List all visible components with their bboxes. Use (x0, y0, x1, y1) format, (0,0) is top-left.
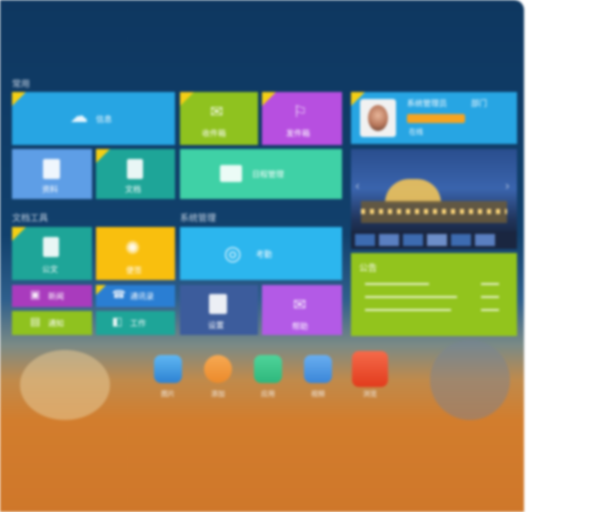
dock-label: 浏览 (363, 390, 377, 398)
dock-label: 图片 (161, 390, 175, 398)
new-badge (262, 92, 276, 106)
apps-icon (254, 355, 282, 383)
tile-notes[interactable]: ✺ 便签 (96, 227, 175, 280)
news-icon: ▣ (30, 288, 41, 301)
profile-status: 在线 (409, 128, 423, 136)
browser-icon (352, 351, 388, 387)
section-title-top: 常用 (12, 80, 31, 90)
photo-tile[interactable]: ‹ › (351, 149, 517, 249)
file-icon (43, 237, 59, 257)
notice-item-date (481, 309, 499, 311)
dock-label: 视频 (311, 390, 325, 398)
tile-inbox[interactable]: ✉ 收件箱 (180, 92, 258, 145)
tile-profile-docs[interactable]: 资料 (12, 149, 92, 199)
new-badge (12, 92, 26, 106)
file-icon (127, 159, 143, 179)
avatar-face-icon (368, 105, 388, 131)
tile-profile-docs-label: 资料 (42, 185, 58, 194)
new-badge (96, 149, 110, 163)
tile-news[interactable]: ▣ 新闻 (12, 285, 92, 307)
tile-notices-label: 通知 (48, 319, 64, 328)
tile-outbox-label: 发件箱 (286, 129, 310, 138)
globe-icon: ◎ (224, 241, 242, 265)
work-icon: ◧ (112, 315, 123, 328)
dock-item-apps[interactable]: 应用 (248, 355, 288, 407)
glow-right (430, 340, 510, 420)
tile-documents[interactable]: 文档 (96, 149, 175, 199)
cloud-icon: ☁ (70, 106, 88, 127)
tile-news-label: 新闻 (48, 292, 64, 301)
section-title-bottom-right: 系统管理 (180, 214, 217, 224)
clipboard-icon (209, 294, 227, 314)
tile-work[interactable]: ◧ 工作 (96, 311, 175, 335)
building-dome (385, 179, 441, 203)
tile-attendance[interactable]: ◎ 考勤 (180, 227, 342, 280)
inbox-icon: ✉ (210, 102, 224, 121)
left-arrow-icon[interactable]: ‹ (355, 179, 360, 193)
notice-item-date (481, 296, 499, 298)
avatar (360, 99, 396, 137)
right-arrow-icon[interactable]: › (505, 179, 510, 193)
tile-official-docs-label: 公文 (42, 265, 58, 274)
notice-item-line (365, 309, 451, 311)
tile-official-docs[interactable]: 公文 (12, 227, 92, 280)
tile-help-label: 帮助 (292, 322, 308, 331)
new-badge (180, 92, 194, 106)
tile-notes-label: 便签 (126, 266, 142, 275)
dock-item-add[interactable]: 添加 (198, 355, 238, 407)
status-badge (407, 114, 465, 123)
notice-item-line (365, 296, 457, 298)
tile-attendance-label: 考勤 (256, 250, 272, 259)
tile-notices[interactable]: ▤ 通知 (12, 311, 92, 335)
profile-dept: 部门 (471, 99, 487, 108)
tile-settings[interactable]: 设置 (180, 285, 258, 335)
tile-contacts-label: 通讯录 (130, 292, 154, 301)
tile-cloud[interactable]: ☁ 信息 (12, 92, 175, 145)
mail-icon: ✉ (293, 295, 307, 314)
tile-outbox[interactable]: ⚐ 发件箱 (262, 92, 342, 145)
picture-icon (154, 355, 182, 383)
thumbnail-strip (351, 231, 517, 249)
tile-contacts[interactable]: ☎ 通讯录 (96, 285, 175, 307)
dock: 图片 添加 应用 视频 浏览 (148, 351, 398, 407)
building-lights (361, 209, 507, 214)
notice-icon: ▤ (30, 315, 41, 328)
contacts-icon: ☎ (112, 288, 126, 301)
tile-inbox-label: 收件箱 (202, 129, 226, 138)
tile-help[interactable]: ✉ 帮助 (262, 285, 342, 335)
document-icon (43, 159, 60, 179)
calendar-icon (220, 165, 242, 182)
profile-card[interactable]: 系统管理员 部门 在线 (351, 92, 517, 144)
profile-name: 系统管理员 (407, 99, 447, 108)
glow-left (20, 350, 110, 420)
notice-panel[interactable]: 公告 (351, 253, 517, 336)
sun-icon: ✺ (125, 238, 141, 259)
notice-item-line (365, 283, 429, 285)
dock-item-video[interactable]: 视频 (298, 355, 338, 407)
dock-label: 添加 (211, 390, 225, 398)
tile-documents-label: 文档 (125, 185, 141, 194)
video-icon (304, 355, 332, 383)
dock-label: 应用 (261, 390, 275, 398)
notice-item-date (481, 283, 499, 285)
new-badge (96, 285, 106, 295)
tile-cloud-label: 信息 (96, 115, 112, 124)
desktop: 常用 文档工具 系统管理 ☁ 信息 ✉ 收件箱 ⚐ 发件箱 资料 文档 日程管理… (0, 0, 524, 512)
tile-work-label: 工作 (130, 319, 146, 328)
outbox-icon: ⚐ (293, 102, 308, 121)
new-badge (12, 227, 26, 241)
section-title-bottom-left: 文档工具 (12, 214, 49, 224)
tile-schedule-label: 日程管理 (252, 170, 284, 179)
tile-schedule[interactable]: 日程管理 (180, 149, 342, 199)
dock-item-browser[interactable]: 浏览 (350, 351, 390, 407)
dock-item-pictures[interactable]: 图片 (148, 355, 188, 407)
tile-settings-label: 设置 (208, 321, 224, 330)
notice-title: 公告 (359, 264, 378, 274)
plus-icon (204, 355, 232, 383)
